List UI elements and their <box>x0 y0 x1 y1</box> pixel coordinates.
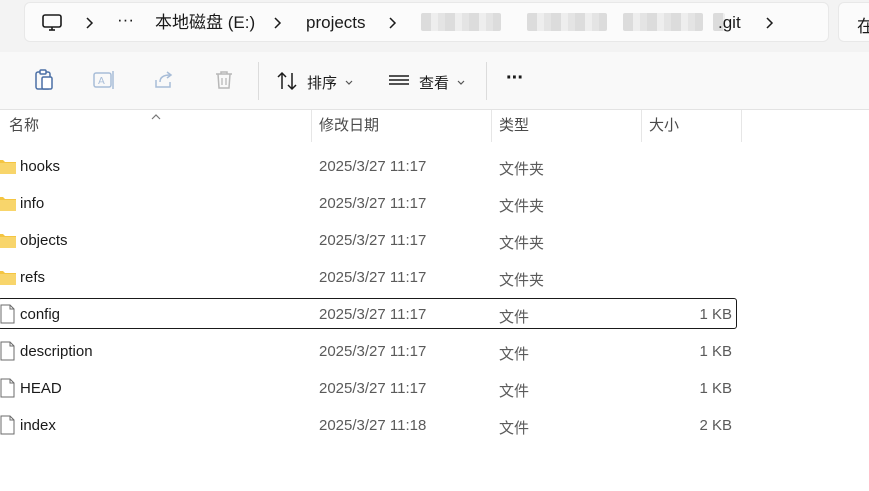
share-icon[interactable] <box>152 68 176 92</box>
chevron-down-icon <box>344 75 354 93</box>
file-type: 文件 <box>499 309 530 326</box>
file-row-head[interactable]: HEAD 2025/3/27 11:17 文件 1 KB <box>0 372 869 405</box>
column-type[interactable]: 类型 <box>492 110 642 142</box>
file-size: 2 KB <box>699 417 732 434</box>
sort-icon <box>276 70 298 97</box>
column-name-label: 名称 <box>9 117 40 134</box>
file-modified: 2025/3/27 11:17 <box>319 158 427 175</box>
this-pc-icon[interactable] <box>41 12 63 34</box>
file-name: info <box>20 195 45 212</box>
breadcrumb-projects[interactable]: projects <box>306 12 366 34</box>
file-type: 文件 <box>499 383 530 400</box>
column-header: 名称 修改日期 类型 大小 <box>0 110 869 144</box>
file-name: hooks <box>20 158 61 175</box>
view-label: 查看 <box>419 75 450 92</box>
chevron-right-icon[interactable] <box>271 13 285 33</box>
file-type: 文件 <box>499 420 530 437</box>
file-name: config <box>20 306 61 323</box>
folder-icon <box>0 267 18 287</box>
toolbar-divider <box>258 62 259 100</box>
column-modified[interactable]: 修改日期 <box>312 110 492 142</box>
file-modified: 2025/3/27 11:17 <box>319 306 427 323</box>
file-name: index <box>20 417 56 434</box>
command-bar: A 排序 查看 ··· <box>0 52 869 110</box>
breadcrumb-more[interactable]: ··· <box>117 9 134 31</box>
file-row-refs[interactable]: refs 2025/3/27 11:17 文件夹 <box>0 261 869 294</box>
file-icon <box>0 378 18 398</box>
chevron-right-icon[interactable] <box>763 13 777 33</box>
file-modified: 2025/3/27 11:17 <box>319 232 427 249</box>
file-name: refs <box>20 269 46 286</box>
file-type: 文件 <box>499 346 530 363</box>
redacted-breadcrumb <box>527 13 607 31</box>
sort-label: 排序 <box>307 75 338 92</box>
file-type: 文件夹 <box>499 161 545 178</box>
file-name: description <box>20 343 93 360</box>
breadcrumb-git[interactable]: .git <box>718 12 741 34</box>
redacted-breadcrumb <box>623 13 703 31</box>
breadcrumb-drive[interactable]: 本地磁盘 (E:) <box>155 12 255 34</box>
file-type: 文件夹 <box>499 235 545 252</box>
file-icon <box>0 415 18 435</box>
folder-icon <box>0 156 18 176</box>
file-size: 1 KB <box>699 306 732 323</box>
chevron-down-icon <box>456 75 466 93</box>
column-size-label: 大小 <box>649 117 680 134</box>
file-modified: 2025/3/27 11:17 <box>319 269 427 286</box>
search-placeholder: 在 <box>857 17 869 36</box>
search-box[interactable]: 在 <box>838 2 869 42</box>
redacted-breadcrumb <box>421 13 501 31</box>
address-bar[interactable]: ··· 本地磁盘 (E:) projects .git <box>24 2 829 42</box>
column-type-label: 类型 <box>499 117 530 134</box>
file-icon <box>0 341 18 361</box>
svg-text:A: A <box>98 76 105 87</box>
more-options-button[interactable]: ··· <box>504 67 532 95</box>
file-size: 1 KB <box>699 380 732 397</box>
file-modified: 2025/3/27 11:18 <box>319 417 427 434</box>
paste-icon[interactable] <box>32 68 56 92</box>
file-row-hooks[interactable]: hooks 2025/3/27 11:17 文件夹 <box>0 150 869 183</box>
file-modified: 2025/3/27 11:17 <box>319 195 427 212</box>
delete-icon[interactable] <box>212 68 236 92</box>
file-row-objects[interactable]: objects 2025/3/27 11:17 文件夹 <box>0 224 869 257</box>
file-name: HEAD <box>20 380 62 397</box>
chevron-right-icon[interactable] <box>386 13 400 33</box>
view-icon <box>388 70 410 97</box>
column-size[interactable]: 大小 <box>642 110 742 142</box>
file-row-info[interactable]: info 2025/3/27 11:17 文件夹 <box>0 187 869 220</box>
sort-button[interactable]: 排序 <box>276 67 356 95</box>
folder-icon <box>0 193 18 213</box>
title-bar: ··· 本地磁盘 (E:) projects .git 在 <box>0 0 869 52</box>
more-icon: ··· <box>506 67 524 89</box>
file-modified: 2025/3/27 11:17 <box>319 380 427 397</box>
file-row-config[interactable]: config 2025/3/27 11:17 文件 1 KB <box>0 298 869 331</box>
file-size: 1 KB <box>699 343 732 360</box>
file-type: 文件夹 <box>499 272 545 289</box>
view-button[interactable]: 查看 <box>388 67 468 95</box>
file-icon <box>0 304 18 324</box>
file-modified: 2025/3/27 11:17 <box>319 343 427 360</box>
file-row-description[interactable]: description 2025/3/27 11:17 文件 1 KB <box>0 335 869 368</box>
file-name: objects <box>20 232 68 249</box>
toolbar-divider <box>486 62 487 100</box>
folder-icon <box>0 230 18 250</box>
chevron-right-icon[interactable] <box>83 13 97 33</box>
file-type: 文件夹 <box>499 198 545 215</box>
file-row-index[interactable]: index 2025/3/27 11:18 文件 2 KB <box>0 409 869 442</box>
column-modified-label: 修改日期 <box>319 117 380 134</box>
column-name[interactable]: 名称 <box>0 110 312 142</box>
rename-icon[interactable]: A <box>92 68 116 92</box>
